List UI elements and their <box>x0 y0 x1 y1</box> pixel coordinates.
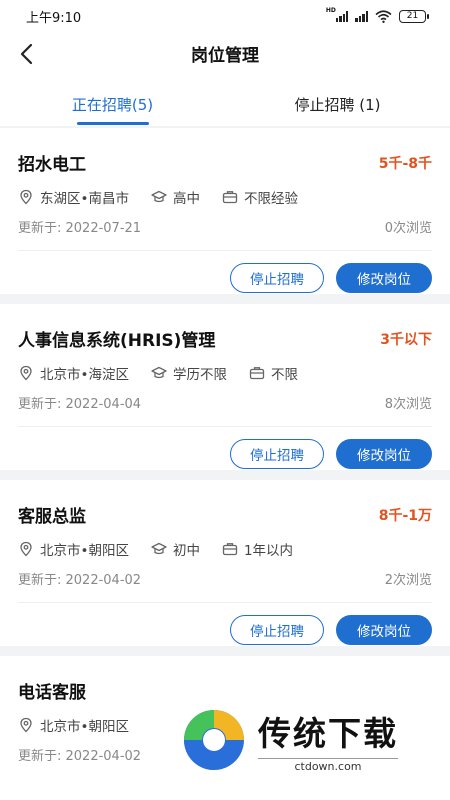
job-views: 8次浏览 <box>384 397 432 412</box>
stop-recruiting-button[interactable]: 停止招聘 <box>230 439 324 469</box>
divider <box>18 426 432 427</box>
location-pin-icon <box>20 365 32 381</box>
job-location: 北京市•朝阳区 <box>40 543 129 559</box>
job-salary: 3千以下 <box>380 331 432 348</box>
tab-bar: 正在招聘(5) 停止招聘 (1) <box>0 74 450 126</box>
edit-job-button[interactable]: 修改岗位 <box>336 263 432 293</box>
job-views: 2次浏览 <box>384 573 432 588</box>
stop-recruiting-button[interactable]: 停止招聘 <box>230 615 324 645</box>
status-time: 上午9:10 <box>26 10 82 26</box>
job-card[interactable]: 招水电工 5千-8千 东湖区•南昌市 高中 不限经验 更新于: 2022-07-… <box>0 128 450 294</box>
chevron-left-icon <box>20 43 33 65</box>
divider <box>18 250 432 251</box>
job-education: 学历不限 <box>172 367 227 383</box>
watermark: 传统下载 ctdown.com <box>178 700 450 780</box>
briefcase-icon <box>222 191 238 204</box>
job-updated: 更新于: 2022-04-04 <box>18 397 142 412</box>
wifi-icon <box>375 9 392 23</box>
status-bar: 上午9:10 HD 21 <box>0 0 450 32</box>
signal-hd-icon: HD <box>326 7 349 22</box>
location-pin-icon <box>20 541 32 557</box>
job-salary: 5千-8千 <box>378 155 432 172</box>
back-button[interactable] <box>14 40 42 68</box>
location-pin-icon <box>20 189 32 205</box>
graduation-cap-icon <box>151 366 167 379</box>
job-title: 人事信息系统(HRIS)管理 <box>18 331 216 351</box>
job-title: 招水电工 <box>18 155 86 175</box>
watermark-domain: ctdown.com <box>258 758 398 773</box>
stop-recruiting-button[interactable]: 停止招聘 <box>230 263 324 293</box>
graduation-cap-icon <box>151 542 167 555</box>
job-updated: 更新于: 2022-04-02 <box>18 749 142 764</box>
location-pin-icon <box>20 717 32 733</box>
tab-stopped[interactable]: 停止招聘 (1) <box>225 74 450 126</box>
edit-job-button[interactable]: 修改岗位 <box>336 439 432 469</box>
battery-icon: 21 <box>399 9 429 23</box>
nav-bar: 岗位管理 <box>0 32 450 74</box>
signal-icon <box>355 10 368 22</box>
job-card[interactable]: 客服总监 8千-1万 北京市•朝阳区 初中 1年以内 更新于: 2022-04-… <box>0 480 450 646</box>
job-education: 初中 <box>172 543 200 559</box>
job-experience: 不限 <box>270 367 298 383</box>
briefcase-icon <box>249 367 265 380</box>
job-views: 0次浏览 <box>384 221 432 236</box>
job-location: 北京市•海淀区 <box>40 367 129 383</box>
divider <box>18 602 432 603</box>
job-education: 高中 <box>172 191 200 207</box>
job-location: 东湖区•南昌市 <box>40 191 129 207</box>
job-updated: 更新于: 2022-04-02 <box>18 573 142 588</box>
job-experience: 1年以内 <box>243 543 294 559</box>
watermark-title: 传统下载 <box>258 714 398 753</box>
job-salary: 8千-1万 <box>378 507 432 524</box>
briefcase-icon <box>222 543 238 556</box>
page-title: 岗位管理 <box>191 45 259 66</box>
job-updated: 更新于: 2022-07-21 <box>18 221 142 236</box>
job-card[interactable]: 人事信息系统(HRIS)管理 3千以下 北京市•海淀区 学历不限 不限 更新于:… <box>0 304 450 470</box>
job-title: 客服总监 <box>18 507 86 527</box>
edit-job-button[interactable]: 修改岗位 <box>336 615 432 645</box>
graduation-cap-icon <box>151 190 167 203</box>
status-icons: HD 21 <box>326 7 429 23</box>
tab-recruiting[interactable]: 正在招聘(5) <box>0 74 225 126</box>
job-location: 北京市•朝阳区 <box>40 719 129 735</box>
job-title: 电话客服 <box>18 683 86 703</box>
job-experience: 不限经验 <box>243 191 298 207</box>
watermark-logo-icon <box>184 710 244 770</box>
